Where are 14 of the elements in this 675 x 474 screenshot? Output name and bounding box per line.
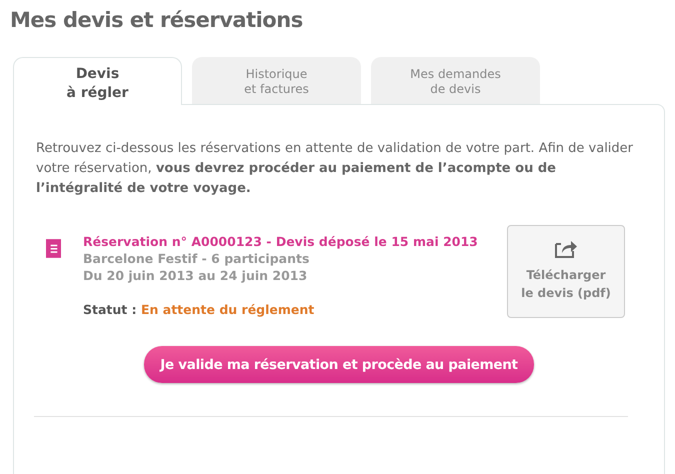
document-icon — [46, 239, 61, 258]
pay-button[interactable]: Je valide ma réservation et procède au paiement — [144, 346, 534, 383]
page-title: Mes devis et réservations — [10, 8, 304, 32]
status-value: En attente du réglement — [140, 302, 314, 317]
dates-text: Du 20 juin 2013 au 24 juin 2013 — [83, 267, 308, 284]
intro-text: Retrouvez ci-dessous les réservations en attente de validation de votre part. Afin de valider votre réservation, vous devrez procéder au paiement de l’acompte ou de l’intégralité de votre voyage. — [36, 140, 634, 198]
trip-text: Barcelone Festif - 6 participants — [83, 250, 310, 267]
status-label: Statut : — [83, 302, 137, 317]
reservation-title: Réservation n° A0000123 - Devis déposé le 15 mai 2013 — [83, 233, 479, 250]
share-icon — [554, 238, 578, 258]
tab[interactable]: Historique et factures — [192, 57, 361, 104]
download-button[interactable]: Télécharger le devis (pdf) — [507, 225, 625, 318]
tab[interactable]: Devis à régler — [13, 57, 182, 105]
tab[interactable]: Mes demandes de devis — [371, 57, 540, 104]
